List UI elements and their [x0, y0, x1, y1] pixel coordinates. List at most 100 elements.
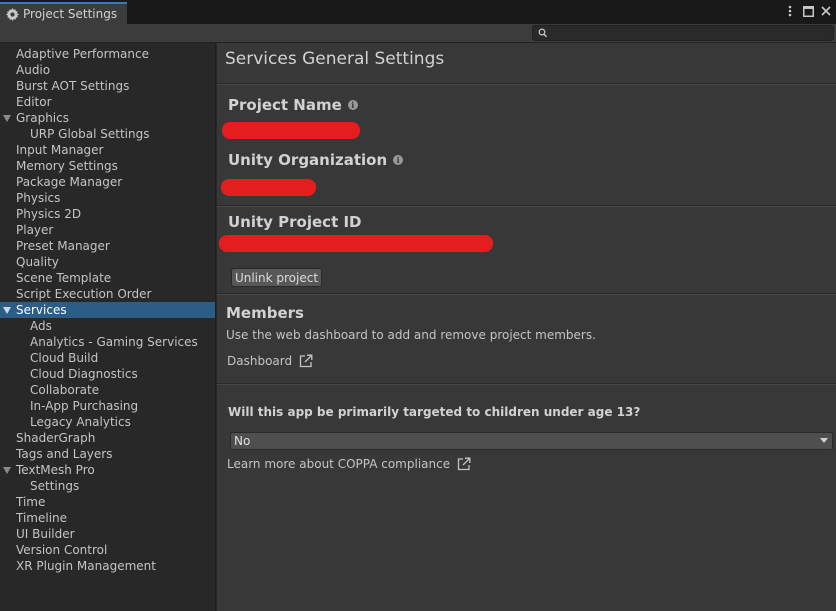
chevron-down-icon: [820, 438, 828, 443]
sidebar-item-xr-plugin-management[interactable]: XR Plugin Management: [0, 558, 215, 574]
info-icon[interactable]: i: [393, 155, 404, 165]
sidebar-item-label: Audio: [16, 63, 51, 77]
toolbar: [0, 24, 836, 43]
sidebar-item-label: Timeline: [16, 511, 68, 525]
organization-label-text: Unity Organization: [228, 151, 388, 169]
divider: [217, 383, 836, 385]
sidebar-item-label: Input Manager: [16, 143, 104, 157]
sidebar-item-ui-builder[interactable]: UI Builder: [0, 526, 215, 542]
members-description: Use the web dashboard to add and remove …: [226, 328, 596, 342]
search-field[interactable]: [532, 25, 834, 41]
sidebar-item-label: URP Global Settings: [30, 127, 150, 141]
tab-title: Project Settings: [23, 7, 118, 21]
sidebar-item-version-control[interactable]: Version Control: [0, 542, 215, 558]
sidebar-item-input-manager[interactable]: Input Manager: [0, 142, 215, 158]
sidebar-item-label: Cloud Build: [30, 351, 99, 365]
sidebar-item-physics-2d[interactable]: Physics 2D: [0, 206, 215, 222]
coppa-link[interactable]: Learn more about COPPA compliance: [227, 457, 471, 471]
sidebar-item-scene-template[interactable]: Scene Template: [0, 270, 215, 286]
sidebar-item-label: Preset Manager: [16, 239, 110, 253]
sidebar-item-script-execution-order[interactable]: Script Execution Order: [0, 286, 215, 302]
divider: [217, 293, 836, 295]
sidebar-item-physics[interactable]: Physics: [0, 190, 215, 206]
sidebar-item-label: Cloud Diagnostics: [30, 367, 138, 381]
divider: [217, 205, 836, 207]
sidebar-item-label: XR Plugin Management: [16, 559, 156, 573]
sidebar-item-memory-settings[interactable]: Memory Settings: [0, 158, 215, 174]
sidebar-item-cloud-build[interactable]: Cloud Build: [0, 350, 215, 366]
sidebar-item-cloud-diagnostics[interactable]: Cloud Diagnostics: [0, 366, 215, 382]
external-link-icon: [299, 354, 313, 368]
sidebar-item-label: Analytics - Gaming Services: [30, 335, 198, 349]
external-link-icon: [457, 457, 471, 471]
expand-triangle-icon[interactable]: [3, 467, 11, 474]
sidebar-item-label: Physics 2D: [16, 207, 82, 221]
sidebar-item-label: Collaborate: [30, 383, 100, 397]
sidebar-item-adaptive-performance[interactable]: Adaptive Performance: [0, 46, 215, 62]
sidebar-item-legacy-analytics[interactable]: Legacy Analytics: [0, 414, 215, 430]
gear-icon: [5, 7, 19, 21]
project-name-label: Project Name i: [228, 96, 358, 114]
organization-label: Unity Organization i: [228, 151, 404, 169]
sidebar-item-label: Time: [16, 495, 46, 509]
redacted-organization: [221, 179, 316, 196]
sidebar-item-label: Version Control: [16, 543, 108, 557]
sidebar-item-label: Services: [16, 303, 67, 317]
search-icon: [538, 27, 548, 39]
expand-triangle-icon[interactable]: [3, 307, 11, 314]
sidebar-item-burst-aot-settings[interactable]: Burst AOT Settings: [0, 78, 215, 94]
divider: [217, 83, 836, 85]
project-settings-tab[interactable]: Project Settings: [0, 2, 127, 24]
info-icon[interactable]: i: [347, 100, 358, 110]
sidebar-item-textmesh-pro[interactable]: TextMesh Pro: [0, 462, 215, 478]
sidebar-item-editor[interactable]: Editor: [0, 94, 215, 110]
sidebar-item-label: Settings: [30, 479, 80, 493]
maximize-icon[interactable]: [802, 3, 814, 19]
sidebar-item-tags-and-layers[interactable]: Tags and Layers: [0, 446, 215, 462]
sidebar-item-shadergraph[interactable]: ShaderGraph: [0, 430, 215, 446]
sidebar-item-timeline[interactable]: Timeline: [0, 510, 215, 526]
sidebar-item-label: Script Execution Order: [16, 287, 152, 301]
coppa-dropdown[interactable]: No: [230, 432, 833, 450]
sidebar-item-quality[interactable]: Quality: [0, 254, 215, 270]
members-title: Members: [226, 304, 304, 322]
page-title: Services General Settings: [225, 49, 445, 69]
sidebar-item-collaborate[interactable]: Collaborate: [0, 382, 215, 398]
sidebar-item-label: UI Builder: [16, 527, 75, 541]
coppa-question: Will this app be primarily targeted to c…: [228, 405, 641, 419]
sidebar-item-graphics[interactable]: Graphics: [0, 110, 215, 126]
sidebar-item-in-app-purchasing[interactable]: In-App Purchasing: [0, 398, 215, 414]
sidebar-item-urp-global-settings[interactable]: URP Global Settings: [0, 126, 215, 142]
dashboard-link[interactable]: Dashboard: [227, 354, 313, 368]
more-options-icon[interactable]: [784, 3, 796, 19]
sidebar-item-label: Player: [16, 223, 54, 237]
sidebar-item-label: Graphics: [16, 111, 69, 125]
sidebar-item-settings[interactable]: Settings: [0, 478, 215, 494]
sidebar-item-services[interactable]: Services: [0, 302, 215, 318]
expand-triangle-icon[interactable]: [3, 115, 11, 122]
sidebar-item-label: TextMesh Pro: [16, 463, 95, 477]
project-name-label-text: Project Name: [228, 96, 342, 114]
sidebar-item-label: Quality: [16, 255, 59, 269]
sidebar-item-ads[interactable]: Ads: [0, 318, 215, 334]
close-icon[interactable]: [820, 3, 832, 19]
sidebar-item-time[interactable]: Time: [0, 494, 215, 510]
sidebar-item-preset-manager[interactable]: Preset Manager: [0, 238, 215, 254]
project-id-label-text: Unity Project ID: [228, 213, 362, 231]
sidebar-item-audio[interactable]: Audio: [0, 62, 215, 78]
redacted-project-name: [222, 122, 360, 139]
sidebar-item-label: ShaderGraph: [16, 431, 96, 445]
sidebar-item-analytics-gaming-services[interactable]: Analytics - Gaming Services: [0, 334, 215, 350]
settings-sidebar: Adaptive Performance Audio Burst AOT Setti…: [0, 43, 216, 611]
sidebar-item-label: Tags and Layers: [16, 447, 113, 461]
sidebar-item-label: Editor: [16, 95, 52, 109]
unlink-project-button[interactable]: Unlink project: [231, 268, 322, 287]
sidebar-item-package-manager[interactable]: Package Manager: [0, 174, 215, 190]
services-settings-panel: Services General Settings Project Name i…: [217, 43, 836, 611]
coppa-selected-value: No: [234, 434, 251, 448]
coppa-link-text: Learn more about COPPA compliance: [227, 457, 451, 471]
search-input[interactable]: [551, 26, 831, 40]
redacted-project-id: [219, 235, 493, 252]
sidebar-item-player[interactable]: Player: [0, 222, 215, 238]
window-titlebar: Project Settings: [0, 0, 836, 24]
